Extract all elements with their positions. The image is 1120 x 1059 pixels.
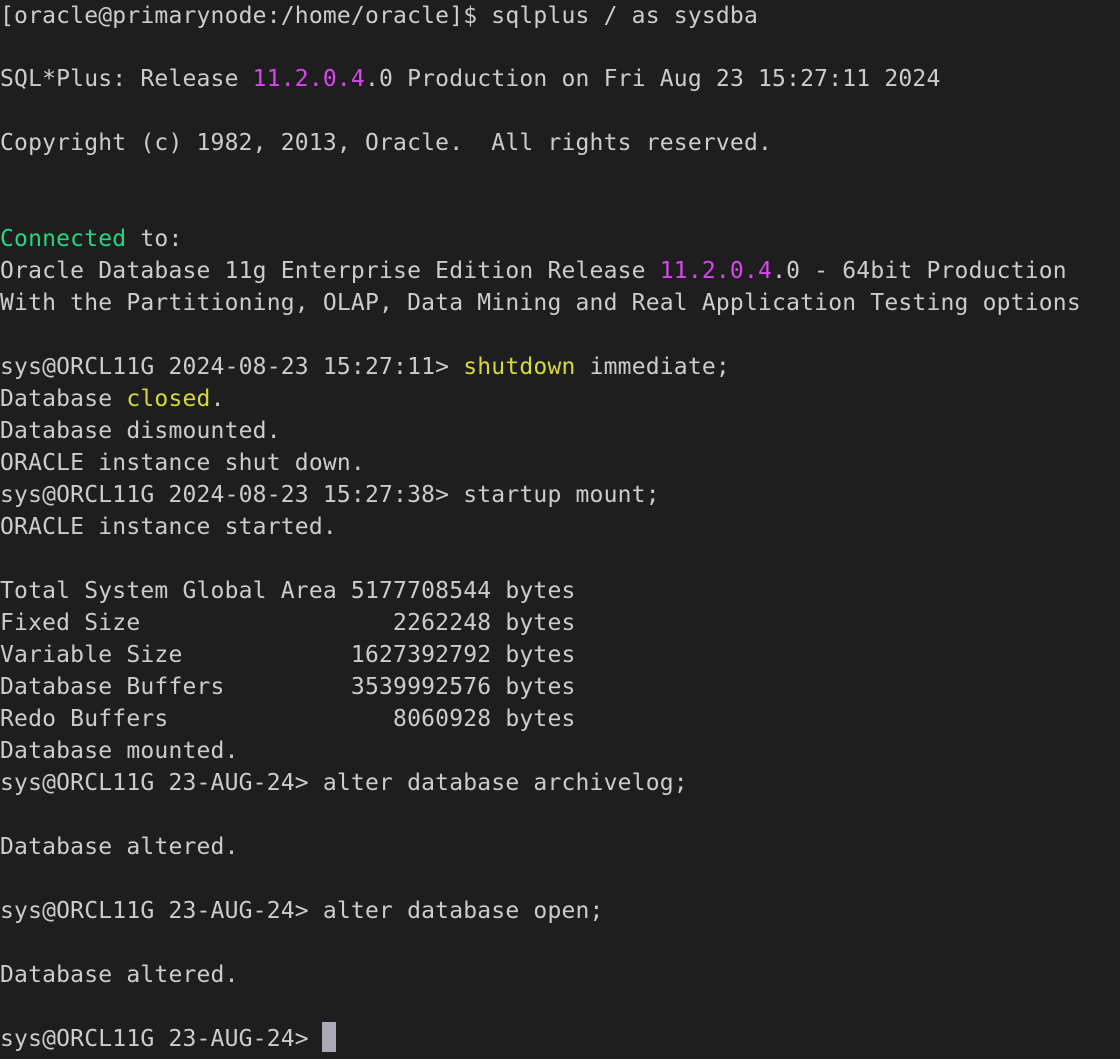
sql-command: sys@ORCL11G 23-AUG-24> alter database op… <box>0 898 604 924</box>
sql-prompt-shutdown: sys@ORCL11G 2024-08-23 15:27:11> shutdow… <box>0 351 730 383</box>
database-altered-line: Database altered. <box>0 831 239 863</box>
sql-prompt: sys@ORCL11G 2024-08-23 15:27:11> <box>0 354 464 380</box>
sql-command: sys@ORCL11G 2024-08-23 15:27:38> startup… <box>0 482 660 508</box>
output-text: Variable Size 1627392792 bytes <box>0 642 576 668</box>
options-line: With the Partitioning, OLAP, Data Mining… <box>0 287 1081 319</box>
edition-prefix: Oracle Database 11g Enterprise Edition R… <box>0 258 660 284</box>
text-cursor <box>322 1022 336 1052</box>
output-text: Redo Buffers 8060928 bytes <box>0 706 576 732</box>
shell-prompt-command: [oracle@primarynode:/home/oracle]$ sqlpl… <box>0 3 759 29</box>
output-text: Database altered. <box>0 834 239 860</box>
sql-prompt-open: sys@ORCL11G 23-AUG-24> alter database op… <box>0 895 604 927</box>
edition-suffix: .0 - 64bit Production <box>772 258 1067 284</box>
closed-prefix: Database <box>0 386 127 412</box>
output-text: Database Buffers 3539992576 bytes <box>0 674 576 700</box>
sga-database-buffers-row: Database Buffers 3539992576 bytes <box>0 671 576 703</box>
sga-total-row: Total System Global Area 5177708544 byte… <box>0 575 576 607</box>
output-text: ORACLE instance shut down. <box>0 450 365 476</box>
release-suffix: .0 Production on Fri Aug 23 15:27:11 202… <box>364 66 941 92</box>
sqlplus-release-line: SQL*Plus: Release 11.2.0.4.0 Production … <box>0 63 941 95</box>
sql-prompt: sys@ORCL11G 23-AUG-24> <box>0 1026 323 1052</box>
shutdown-keyword: shutdown <box>463 354 576 380</box>
database-altered-line: Database altered. <box>0 959 239 991</box>
release-prefix: SQL*Plus: Release <box>0 66 253 92</box>
shutdown-args: immediate; <box>575 354 730 380</box>
connected-keyword: Connected <box>0 226 127 252</box>
output-text: Database altered. <box>0 962 239 988</box>
output-text: ORACLE instance started. <box>0 514 337 540</box>
database-mounted-line: Database mounted. <box>0 735 239 767</box>
copyright-text: Copyright (c) 1982, 2013, Oracle. All ri… <box>0 130 773 156</box>
output-text: Database mounted. <box>0 738 239 764</box>
closed-keyword: closed <box>126 386 211 412</box>
sga-variable-size-row: Variable Size 1627392792 bytes <box>0 639 576 671</box>
options-text: With the Partitioning, OLAP, Data Mining… <box>0 290 1081 316</box>
sql-prompt-startup: sys@ORCL11G 2024-08-23 15:27:38> startup… <box>0 479 660 511</box>
sql-command: sys@ORCL11G 23-AUG-24> alter database ar… <box>0 770 688 796</box>
database-edition-line: Oracle Database 11g Enterprise Edition R… <box>0 255 1067 287</box>
sga-redo-buffers-row: Redo Buffers 8060928 bytes <box>0 703 576 735</box>
sga-fixed-size-row: Fixed Size 2262248 bytes <box>0 607 576 639</box>
closed-suffix: . <box>210 386 225 412</box>
output-text: Fixed Size 2262248 bytes <box>0 610 576 636</box>
output-text: Total System Global Area 5177708544 byte… <box>0 578 576 604</box>
edition-version: 11.2.0.4 <box>659 258 773 284</box>
copyright-line: Copyright (c) 1982, 2013, Oracle. All ri… <box>0 127 772 159</box>
terminal-window[interactable]: [oracle@primarynode:/home/oracle]$ sqlpl… <box>0 0 1120 1059</box>
connected-line: Connected to: <box>0 223 183 255</box>
output-text: Database dismounted. <box>0 418 281 444</box>
sql-input-line[interactable]: sys@ORCL11G 23-AUG-24> <box>0 1023 323 1055</box>
database-closed-line: Database closed. <box>0 383 225 415</box>
instance-shutdown-line: ORACLE instance shut down. <box>0 447 365 479</box>
connected-suffix: to: <box>126 226 183 252</box>
instance-started-line: ORACLE instance started. <box>0 511 337 543</box>
shell-command-line: [oracle@primarynode:/home/oracle]$ sqlpl… <box>0 0 758 32</box>
database-dismounted-line: Database dismounted. <box>0 415 281 447</box>
sql-prompt-archivelog: sys@ORCL11G 23-AUG-24> alter database ar… <box>0 767 688 799</box>
release-version: 11.2.0.4 <box>252 66 365 92</box>
